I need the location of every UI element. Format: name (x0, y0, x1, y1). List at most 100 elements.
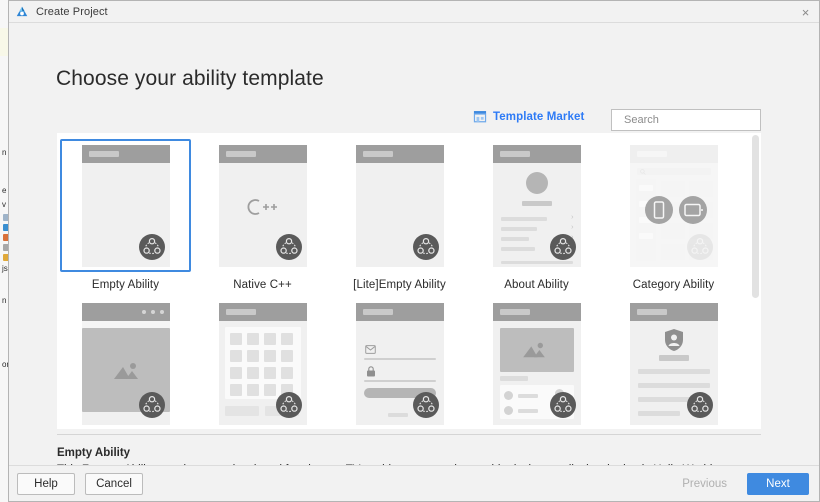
template-card-frame (334, 139, 465, 272)
thumb-app-bar (629, 303, 718, 322)
thumb-art-element (500, 236, 529, 241)
thumb-art-element (229, 350, 242, 363)
template-card-9[interactable] (468, 292, 605, 429)
template-thumbnail (629, 303, 718, 426)
template-thumbnail (629, 144, 718, 267)
template-card-frame: ›››› (471, 139, 602, 272)
thumb-app-bar (81, 144, 170, 163)
template-card-7[interactable] (194, 292, 331, 429)
cancel-button[interactable]: Cancel (85, 472, 143, 495)
thumb-art-element (660, 243, 685, 260)
harmony-badge-icon (275, 233, 302, 260)
dialog-footer: Help Cancel Previous Next (9, 465, 819, 501)
thumb-app-bar (355, 303, 444, 322)
search-input[interactable] (624, 114, 766, 126)
thumb-app-bar (492, 144, 581, 163)
template-card-8[interactable] (331, 292, 468, 429)
thumb-art-element (660, 222, 685, 239)
template-card-native-c[interactable]: Native C++ (194, 133, 331, 292)
thumb-art-element (658, 355, 689, 362)
thumb-art-element (363, 380, 436, 382)
thumb-app-bar (218, 144, 307, 163)
template-card-label: About Ability (504, 279, 569, 291)
help-button[interactable]: Help (17, 472, 75, 495)
phone-device-icon (644, 195, 673, 224)
thumb-art-element (246, 367, 259, 380)
thumb-art-element (263, 333, 276, 346)
search-box[interactable] (611, 109, 766, 131)
thumb-title-pill (225, 309, 256, 316)
thumb-art-element (500, 246, 535, 251)
template-thumbnail (81, 303, 170, 426)
harmony-badge-icon (686, 233, 713, 260)
background-tree-text: js (2, 264, 8, 273)
thumb-art-element (521, 200, 552, 206)
template-card-10[interactable] (605, 292, 742, 429)
thumb-art-element (280, 350, 293, 363)
harmony-badge-icon (549, 392, 576, 419)
thumb-app-bar (81, 303, 170, 322)
template-card-about-ability[interactable]: ›››› About Ability (468, 133, 605, 292)
thumb-art-element (387, 413, 408, 418)
dialog-title-bar: Create Project × (9, 1, 819, 23)
thumb-art-element (525, 171, 548, 194)
template-card-label: Category Ability (632, 279, 715, 291)
thumb-app-bar (629, 144, 718, 163)
harmony-badge-icon (138, 233, 165, 260)
harmony-badge-icon (412, 392, 439, 419)
description-divider (57, 434, 761, 435)
thumb-art-element (637, 411, 680, 417)
template-card-frame (334, 297, 465, 429)
background-tree-text: n (2, 148, 7, 157)
thumb-title-pill (362, 150, 393, 157)
tablet-device-icon (678, 195, 707, 224)
template-thumbnail (81, 144, 170, 267)
template-thumbnail: ›››› (492, 144, 581, 267)
thumb-app-bar (218, 303, 307, 322)
description-title: Empty Ability (57, 447, 131, 459)
deveco-logo-icon (16, 6, 28, 16)
template-card-6[interactable] (57, 292, 194, 429)
template-card-frame (608, 139, 739, 272)
grid-scrollbar[interactable] (752, 135, 759, 427)
thumb-art-element (503, 406, 513, 416)
thumb-art-element (246, 384, 259, 397)
next-button[interactable]: Next (747, 472, 809, 495)
chevron-right-icon: › (571, 213, 574, 221)
template-grid: Empty Ability Native C++ [Lite]Empty Abili… (57, 133, 761, 429)
thumb-art-element (81, 321, 170, 329)
thumb-art-element (229, 367, 242, 380)
template-card-category-ability[interactable]: Category Ability (605, 133, 742, 292)
thumb-art-element (517, 409, 538, 414)
template-thumbnail (218, 303, 307, 426)
template-card-lite-empty-ability[interactable]: [Lite]Empty Ability (331, 133, 468, 292)
template-card-frame (197, 139, 328, 272)
template-market-link[interactable]: Template Market (473, 110, 584, 123)
template-card-empty-ability[interactable]: Empty Ability (57, 133, 194, 292)
thumb-title-pill (499, 150, 530, 157)
thumb-title-pill (636, 150, 667, 157)
grid-scrollbar-thumb[interactable] (752, 135, 759, 298)
harmony-badge-icon (138, 392, 165, 419)
dialog-title: Create Project (36, 5, 108, 18)
thumb-app-bar (355, 144, 444, 163)
thumb-art-element (503, 391, 513, 401)
dialog-body: Choose your ability template Template Ma… (9, 23, 819, 491)
thumb-menu-dots-icon (141, 310, 164, 315)
close-icon[interactable]: × (797, 4, 814, 21)
harmony-badge-icon (549, 233, 576, 260)
template-card-label: [Lite]Empty Ability (353, 279, 446, 291)
template-thumbnail (355, 303, 444, 426)
template-toolbar: Template Market (9, 109, 819, 133)
thumb-title-pill (88, 150, 119, 157)
thumb-art-element (500, 260, 573, 264)
thumb-art-element (637, 383, 710, 389)
thumb-art-element (517, 394, 538, 399)
thumb-art-element (500, 226, 537, 231)
harmony-badge-icon (686, 392, 713, 419)
cpp-logo-icon (247, 198, 277, 215)
thumb-title-pill (225, 150, 256, 157)
template-market-label: Template Market (493, 110, 585, 123)
harmony-badge-icon (275, 392, 302, 419)
search-icon (639, 168, 646, 175)
